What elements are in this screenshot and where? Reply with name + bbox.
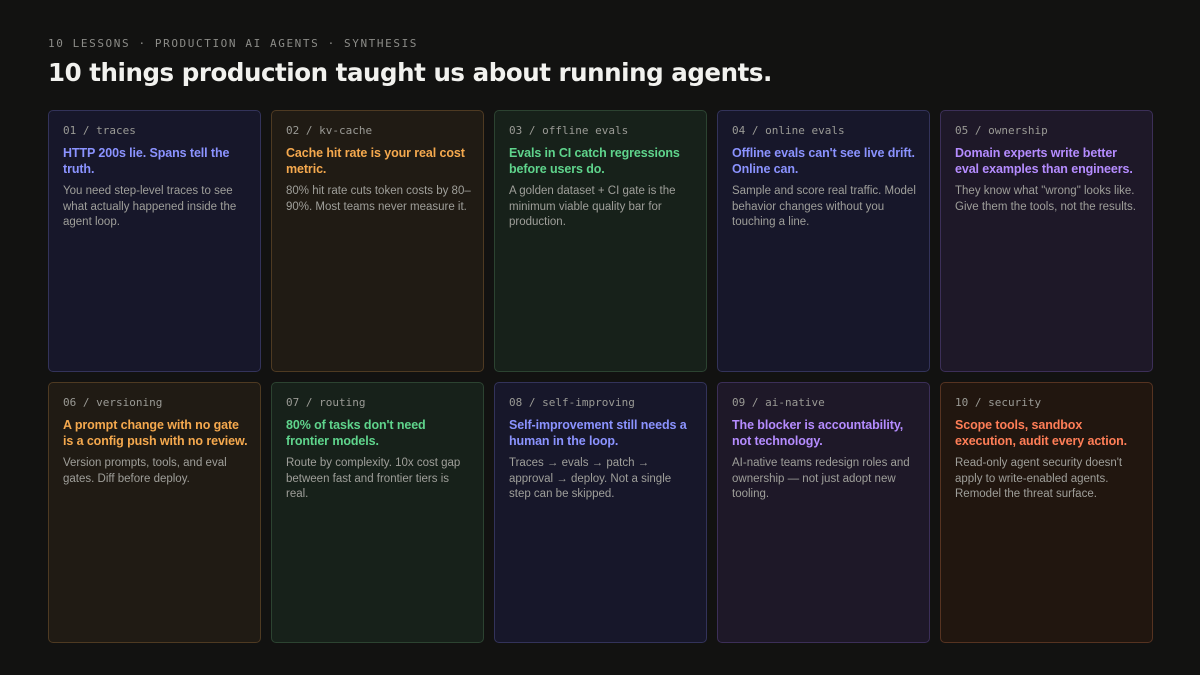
lesson-body: AI-native teams redesign roles and owner… [732, 457, 910, 500]
lesson-headline: Cache hit rate is your real cost metric. [286, 146, 465, 176]
lesson-card-traces: 01 / traces HTTP 200s lie. Spans tell th… [48, 110, 261, 372]
lesson-tag: 06 / versioning [63, 396, 163, 409]
lesson-headline: HTTP 200s lie. Spans tell the truth. [63, 146, 230, 176]
lesson-headline: Scope tools, sandbox execution, audit ev… [955, 418, 1128, 448]
lesson-card-offline-evals: 03 / offline evals Evals in CI catch reg… [494, 110, 707, 372]
lesson-card-kv-cache: 02 / kv-cache Cache hit rate is your rea… [271, 110, 484, 372]
lesson-tag: 07 / routing [286, 396, 366, 409]
lesson-body: Version prompts, tools, and eval gates. … [63, 457, 227, 485]
lesson-tag: 05 / ownership [955, 124, 1048, 137]
page-title: 10 things production taught us about run… [48, 58, 772, 87]
lesson-headline: Self-improvement still needs a human in … [509, 418, 687, 448]
lesson-card-security: 10 / security Scope tools, sandbox execu… [940, 382, 1153, 643]
lesson-card-ai-native: 09 / ai-native The blocker is accountabi… [717, 382, 930, 643]
lesson-headline: The blocker is accountability, not techn… [732, 418, 904, 448]
lesson-tag: 09 / ai-native [732, 396, 825, 409]
eyebrow-label: 10 LESSONS · PRODUCTION AI AGENTS · SYNT… [48, 37, 419, 50]
lesson-tag: 02 / kv-cache [286, 124, 373, 137]
lesson-headline: Offline evals can't see live drift. Onli… [732, 146, 915, 176]
lesson-body: Sample and score real traffic. Model beh… [732, 185, 916, 228]
lessons-grid: 01 / traces HTTP 200s lie. Spans tell th… [48, 110, 1153, 643]
lesson-tag: 04 / online evals [732, 124, 845, 137]
lesson-card-versioning: 06 / versioning A prompt change with no … [48, 382, 261, 643]
lesson-body: You need step-level traces to see what a… [63, 185, 237, 228]
lesson-body: 80% hit rate cuts token costs by 80–90%.… [286, 185, 471, 213]
lesson-card-online-evals: 04 / online evals Offline evals can't se… [717, 110, 930, 372]
lesson-headline: Domain experts write better eval example… [955, 146, 1133, 176]
lesson-headline: 80% of tasks don't need frontier models. [286, 418, 426, 448]
lesson-body: Traces → evals → patch → approval → depl… [509, 457, 672, 500]
lesson-card-self-improving: 08 / self-improving Self-improvement sti… [494, 382, 707, 643]
lesson-body: A golden dataset + CI gate is the minimu… [509, 185, 676, 228]
lesson-body: They know what "wrong" looks like. Give … [955, 185, 1136, 213]
lesson-card-routing: 07 / routing 80% of tasks don't need fro… [271, 382, 484, 643]
lesson-body: Route by complexity. 10x cost gap betwee… [286, 457, 461, 500]
lesson-headline: A prompt change with no gate is a config… [63, 418, 248, 448]
lesson-headline: Evals in CI catch regressions before use… [509, 146, 680, 176]
lesson-tag: 01 / traces [63, 124, 136, 137]
lesson-body: Read-only agent security doesn't apply t… [955, 457, 1123, 500]
lesson-tag: 08 / self-improving [509, 396, 635, 409]
lesson-tag: 10 / security [955, 396, 1042, 409]
lesson-card-ownership: 05 / ownership Domain experts write bett… [940, 110, 1153, 372]
lesson-tag: 03 / offline evals [509, 124, 629, 137]
